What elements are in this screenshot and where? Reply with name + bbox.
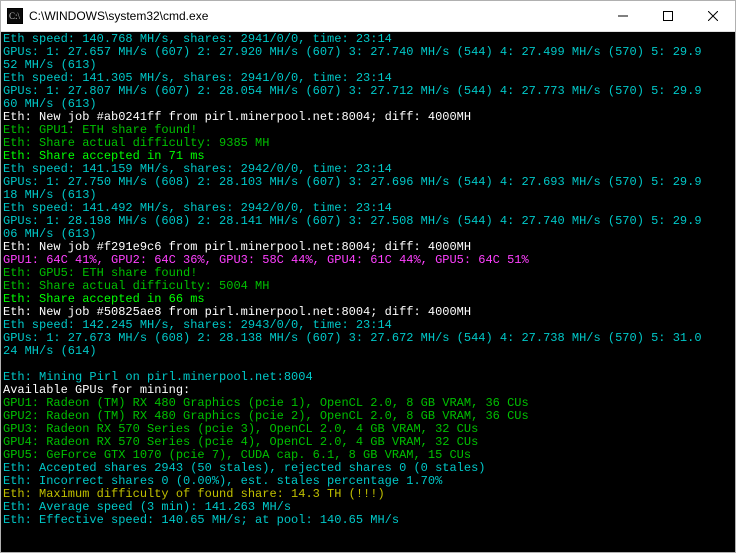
console-line: Eth: Effective speed: 140.65 MH/s; at po…: [3, 513, 399, 527]
console-line: Eth speed: 142.245 MH/s, shares: 2943/0/…: [3, 318, 392, 332]
console-line: 18 MH/s (613): [3, 188, 97, 202]
console-line: Eth: New job #f291e9c6 from pirl.minerpo…: [3, 240, 471, 254]
console-line: 06 MH/s (613): [3, 227, 97, 241]
console-line: Eth: Incorrect shares 0 (0.00%), est. st…: [3, 474, 442, 488]
title-bar[interactable]: C:\ C:\WINDOWS\system32\cmd.exe: [1, 1, 735, 32]
console-output: Eth speed: 140.768 MH/s, shares: 2941/0/…: [3, 33, 733, 527]
console-line: Eth: Share accepted in 66 ms: [3, 292, 205, 306]
console-area[interactable]: Eth speed: 140.768 MH/s, shares: 2941/0/…: [1, 32, 735, 552]
console-line: Available GPUs for mining:: [3, 383, 190, 397]
svg-text:C:\: C:\: [9, 11, 21, 21]
console-line: GPU2: Radeon (TM) RX 480 Graphics (pcie …: [3, 409, 529, 423]
console-line: Eth: Share actual difficulty: 5004 MH: [3, 279, 269, 293]
console-line: GPU1: 64C 41%, GPU2: 64C 36%, GPU3: 58C …: [3, 253, 529, 267]
console-line: Eth speed: 141.492 MH/s, shares: 2942/0/…: [3, 201, 392, 215]
console-line: Eth: GPU1: ETH share found!: [3, 123, 197, 137]
cmd-icon: C:\: [7, 8, 23, 24]
console-line: GPU1: Radeon (TM) RX 480 Graphics (pcie …: [3, 396, 529, 410]
console-line: GPU5: GeForce GTX 1070 (pcie 7), CUDA ca…: [3, 448, 471, 462]
console-line: Eth: Mining Pirl on pirl.minerpool.net:8…: [3, 370, 313, 384]
maximize-button[interactable]: [645, 1, 690, 31]
console-line: Eth: Maximum difficulty of found share: …: [3, 487, 385, 501]
console-line: Eth: New job #50825ae8 from pirl.minerpo…: [3, 305, 471, 319]
console-line: 60 MH/s (613): [3, 97, 97, 111]
minimize-button[interactable]: [600, 1, 645, 31]
console-line: GPU4: Radeon RX 570 Series (pcie 4), Ope…: [3, 435, 478, 449]
console-line: GPUs: 1: 27.657 MH/s (607) 2: 27.920 MH/…: [3, 45, 702, 59]
console-line: Eth speed: 141.159 MH/s, shares: 2942/0/…: [3, 162, 392, 176]
console-line: GPU3: Radeon RX 570 Series (pcie 3), Ope…: [3, 422, 478, 436]
cmd-window: C:\ C:\WINDOWS\system32\cmd.exe Eth spee…: [0, 0, 736, 553]
console-line: Eth: New job #ab0241ff from pirl.minerpo…: [3, 110, 471, 124]
console-line: Eth speed: 140.768 MH/s, shares: 2941/0/…: [3, 32, 392, 46]
console-line: GPUs: 1: 27.807 MH/s (607) 2: 28.054 MH/…: [3, 84, 702, 98]
console-line: 52 MH/s (613): [3, 58, 97, 72]
console-line: Eth: Share accepted in 71 ms: [3, 149, 205, 163]
console-line: GPUs: 1: 27.750 MH/s (608) 2: 28.103 MH/…: [3, 175, 702, 189]
console-line: GPUs: 1: 28.198 MH/s (608) 2: 28.141 MH/…: [3, 214, 702, 228]
console-line: Eth speed: 141.305 MH/s, shares: 2941/0/…: [3, 71, 392, 85]
console-line: Eth: Average speed (3 min): 141.263 MH/s: [3, 500, 291, 514]
console-line: Eth: Accepted shares 2943 (50 stales), r…: [3, 461, 485, 475]
console-line: Eth: Share actual difficulty: 9385 MH: [3, 136, 269, 150]
window-title: C:\WINDOWS\system32\cmd.exe: [29, 9, 208, 23]
console-line: 24 MH/s (614): [3, 344, 97, 358]
close-button[interactable]: [690, 1, 735, 31]
console-line: Eth: GPU5: ETH share found!: [3, 266, 197, 280]
console-line: GPUs: 1: 27.673 MH/s (608) 2: 28.138 MH/…: [3, 331, 702, 345]
